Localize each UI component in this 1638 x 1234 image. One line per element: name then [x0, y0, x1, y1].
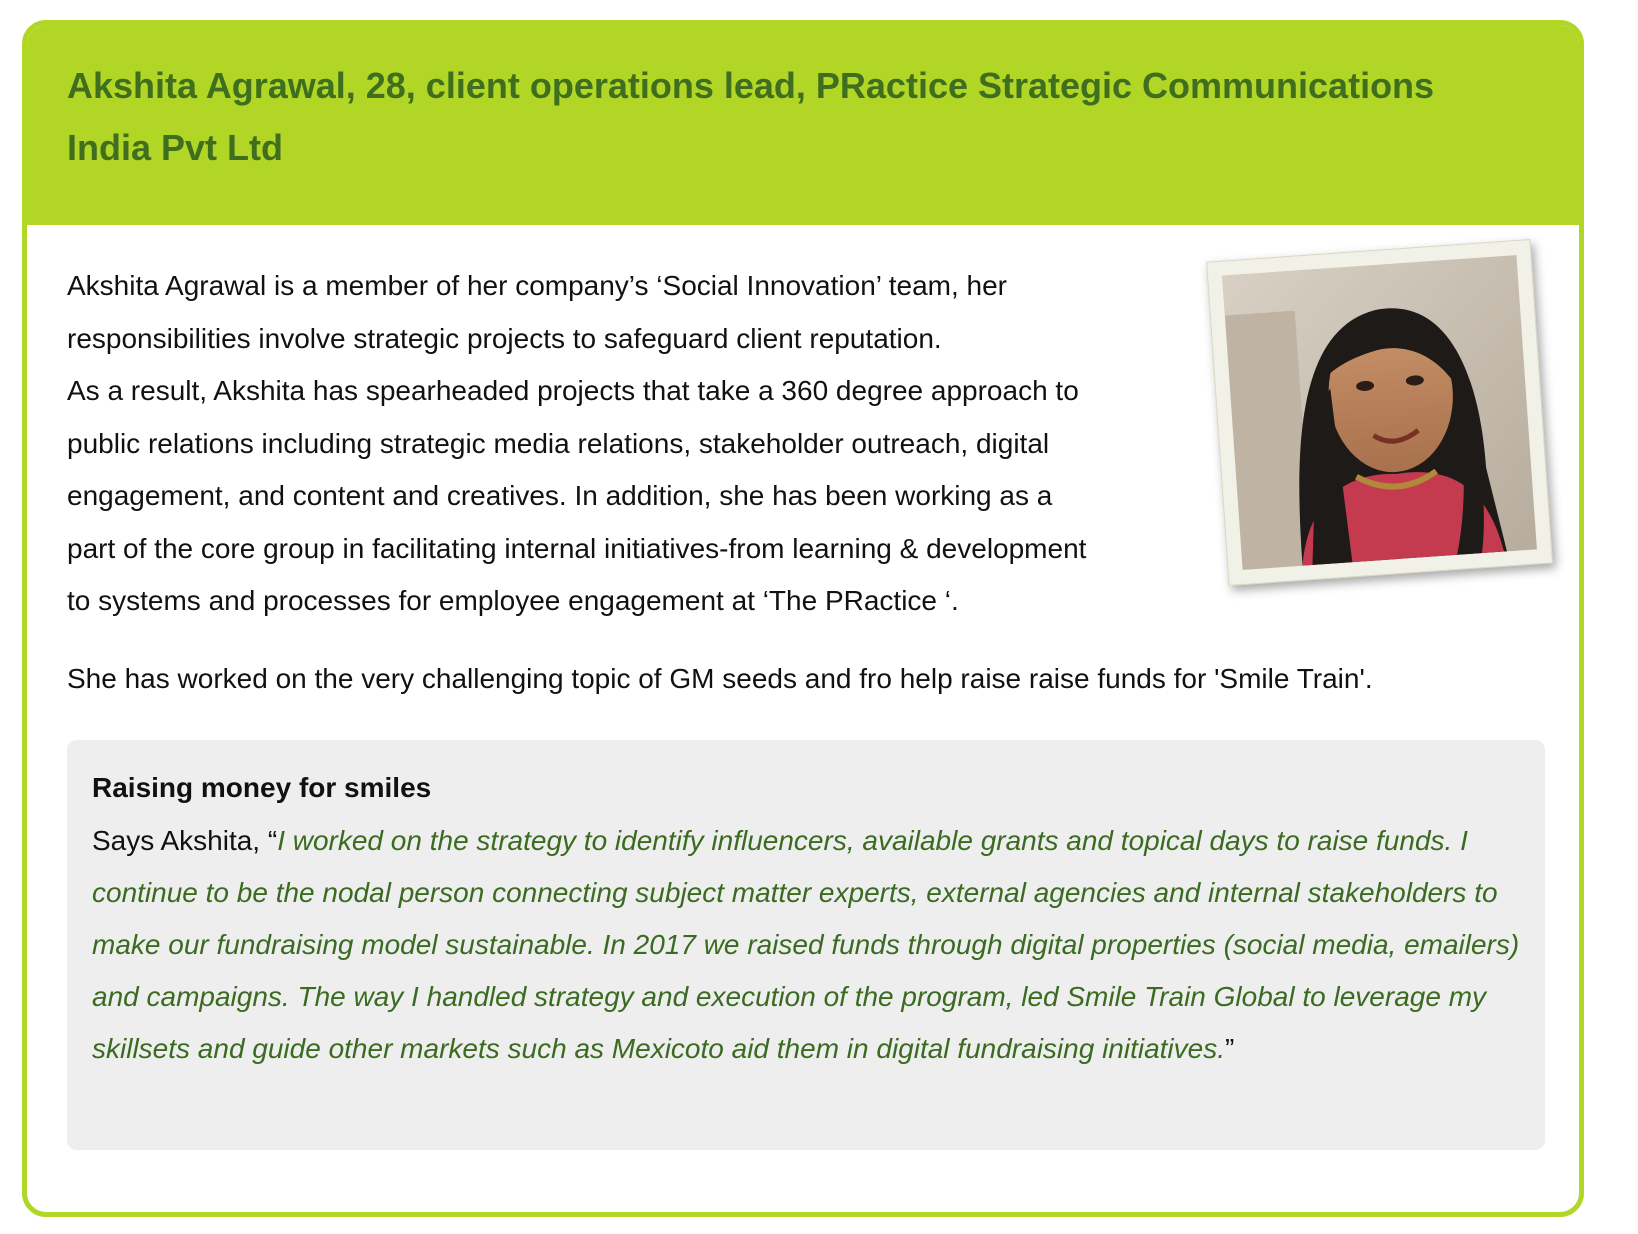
profile-card: Akshita Agrawal, 28, client operations l… [22, 20, 1584, 1217]
bio-line: to systems and processes for employee en… [67, 585, 959, 616]
quote-text: Says Akshita, “I worked on the strategy … [92, 815, 1532, 1075]
quote-heading: Raising money for smiles [92, 772, 432, 803]
quote-outro: ” [1225, 1033, 1235, 1064]
quote-intro: Says Akshita, “ [92, 825, 278, 856]
bio-line: public relations including strategic med… [67, 427, 1050, 459]
card-title: Akshita Agrawal, 28, client operations l… [67, 65, 1435, 168]
bio-line: responsibilities involve strategic proje… [67, 322, 942, 354]
bio-note: She has worked on the very challenging t… [67, 663, 1373, 694]
quote-body: I worked on the strategy to identify inf… [92, 825, 1520, 1064]
bio-line: Akshita Agrawal is a member of her compa… [67, 270, 1008, 301]
bio-line: As a result, Akshita has spearheaded pro… [67, 375, 1079, 406]
bio-line: part of the core group in facilitating i… [67, 532, 1087, 564]
bio-line: engagement, and content and creatives. I… [67, 480, 1053, 511]
portrait-illustration [1222, 255, 1537, 570]
bio-paragraph: Akshita Agrawal is a member of her compa… [67, 260, 1247, 628]
card-header: Akshita Agrawal, 28, client operations l… [27, 25, 1579, 225]
portrait-photo [1222, 255, 1537, 570]
portrait-photo-frame [1206, 239, 1553, 586]
quote-box: Raising money for smiles Says Akshita, “… [67, 740, 1545, 1150]
